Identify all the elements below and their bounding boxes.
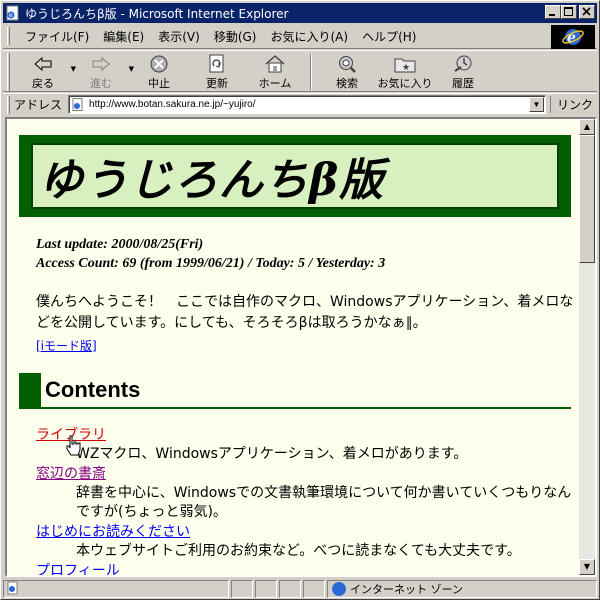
page-viewport: ゆうじろんちβ版 Last update: 2000/08/25(Fri) Ac…	[7, 119, 579, 575]
menu-view[interactable]: 表示(V)	[151, 28, 207, 45]
stop-label: 中止	[148, 77, 170, 90]
back-button[interactable]: 戻る ▼	[14, 51, 76, 91]
menu-bar: ファイル(F) 編集(E) 表示(V) 移動(G) お気に入り(A) ヘルプ(H…	[3, 24, 597, 49]
readme-link[interactable]: はじめにお読みください	[36, 522, 190, 542]
study-desc: 辞書を中心に、Windowsでの文書執筆環境について何か書いていくつもりなんです…	[76, 485, 572, 520]
status-pane	[279, 580, 301, 598]
status-pane	[231, 580, 253, 598]
search-label: 検索	[336, 77, 358, 90]
list-item: 窓辺の書斎 辞書を中心に、Windowsでの文書執筆環境について何か書いていくつ…	[36, 464, 576, 522]
address-label: アドレス	[14, 98, 63, 112]
status-bar: インターネット ゾーン	[3, 579, 597, 599]
readme-desc: 本ウェブサイトご利用のお約束など。べつに読まなくても大丈夫です。	[76, 543, 521, 559]
contents-marker	[19, 373, 41, 407]
menu-help[interactable]: ヘルプ(H)	[355, 28, 423, 45]
maximize-button[interactable]	[561, 5, 577, 19]
back-arrow-icon	[32, 54, 54, 74]
svg-text:e: e	[9, 12, 13, 19]
ie-logo-icon: e	[551, 25, 595, 49]
refresh-button[interactable]: 更新	[188, 51, 246, 91]
addressbar-grip[interactable]	[7, 95, 10, 114]
address-url: http://www.botan.sakura.ne.jp/~yujiro/	[89, 99, 256, 110]
favorites-folder-icon: ★	[394, 54, 416, 74]
refresh-icon	[206, 54, 228, 74]
contents-heading: Contents	[45, 377, 141, 402]
links-button[interactable]: リンク	[550, 96, 593, 113]
status-page-icon	[6, 581, 20, 598]
minimize-button[interactable]	[545, 5, 561, 19]
back-label: 戻る	[32, 77, 54, 90]
status-main	[3, 580, 229, 598]
scroll-thumb[interactable]	[579, 135, 595, 263]
ie-page-icon: e	[5, 5, 21, 21]
home-icon	[264, 54, 286, 74]
list-item: プロフィール	[36, 561, 576, 575]
list-item: はじめにお読みください 本ウェブサイトご利用のお約束など。べつに読まなくても大丈…	[36, 522, 576, 561]
svg-text:★: ★	[402, 63, 410, 73]
forward-arrow-icon	[90, 54, 112, 74]
site-meta: Last update: 2000/08/25(Fri) Access Coun…	[36, 235, 385, 273]
contents-header: Contents	[19, 373, 571, 409]
hand-cursor-icon	[64, 435, 84, 457]
favorites-label: お気に入り	[377, 77, 433, 90]
status-zone: インターネット ゾーン	[327, 580, 597, 598]
status-pane	[255, 580, 277, 598]
favorites-button[interactable]: ★ お気に入り	[376, 51, 434, 91]
menu-favorites[interactable]: お気に入り(A)	[263, 28, 355, 45]
last-update: Last update: 2000/08/25(Fri)	[36, 237, 204, 252]
stop-button[interactable]: 中止	[130, 51, 188, 91]
zone-label: インターネット ゾーン	[350, 583, 463, 596]
menu-file[interactable]: ファイル(F)	[18, 28, 96, 45]
address-input[interactable]: http://www.botan.sakura.ne.jp/~yujiro/ ▼	[68, 95, 547, 114]
scroll-down-icon[interactable]: ▼	[579, 559, 595, 575]
site-banner: ゆうじろんちβ版	[19, 135, 571, 217]
history-label: 履歴	[452, 77, 474, 90]
intro-text: 僕んちへようこそ！ ここでは自作のマクロ、Windowsアプリケーション、着メロ…	[36, 294, 574, 331]
history-icon	[452, 54, 474, 74]
list-item: ライブラリ WZマクロ、Windowsアプリケーション、着メロがあります。	[36, 425, 576, 464]
home-button[interactable]: ホーム	[246, 51, 304, 91]
study-link[interactable]: 窓辺の書斎	[36, 464, 106, 484]
browser-window: e ゆうじろんちβ版 - Microsoft Internet Explorer…	[0, 0, 600, 600]
title-bar: e ゆうじろんちβ版 - Microsoft Internet Explorer	[3, 3, 597, 23]
search-globe-icon	[336, 54, 358, 74]
menubar-grip[interactable]	[7, 27, 10, 45]
internet-globe-icon	[332, 582, 346, 596]
search-button[interactable]: 検索	[318, 51, 376, 91]
close-button[interactable]	[579, 5, 595, 19]
menu-edit[interactable]: 編集(E)	[96, 28, 151, 45]
content-frame: ゆうじろんちβ版 Last update: 2000/08/25(Fri) Ac…	[5, 117, 597, 577]
profile-link[interactable]: プロフィール	[36, 561, 120, 575]
banner-inner: ゆうじろんちβ版	[31, 143, 559, 209]
menu-go[interactable]: 移動(G)	[207, 28, 264, 45]
home-label: ホーム	[258, 77, 292, 90]
library-desc: WZマクロ、Windowsアプリケーション、着メロがあります。	[76, 446, 468, 462]
toolbar-grip[interactable]	[7, 53, 10, 91]
refresh-label: 更新	[206, 77, 228, 90]
window-title: ゆうじろんちβ版 - Microsoft Internet Explorer	[25, 6, 289, 21]
access-count: Access Count: 69 (from 1999/06/21) / Tod…	[36, 256, 386, 271]
status-pane	[303, 580, 325, 598]
forward-label: 進む	[90, 77, 112, 90]
standard-toolbar: 戻る ▼ 進む ▼ 中止 更新 ホーム 検索 ★ お気に入り 履歴	[3, 50, 597, 92]
forward-button[interactable]: 進む ▼	[72, 51, 134, 91]
vertical-scrollbar[interactable]: ▲ ▼	[579, 119, 595, 575]
site-title: ゆうじろんちβ版	[39, 155, 385, 206]
address-dropdown-icon[interactable]: ▼	[529, 97, 545, 112]
contents-list: ライブラリ WZマクロ、Windowsアプリケーション、着メロがあります。 窓辺…	[36, 425, 576, 575]
scroll-up-icon[interactable]: ▲	[579, 119, 595, 135]
toolbar-separator	[310, 54, 312, 90]
history-button[interactable]: 履歴	[434, 51, 492, 91]
stop-icon	[148, 54, 170, 74]
address-bar: アドレス http://www.botan.sakura.ne.jp/~yuji…	[3, 93, 597, 115]
page-icon	[72, 98, 85, 111]
imode-link[interactable]: [iモード版]	[36, 337, 97, 354]
